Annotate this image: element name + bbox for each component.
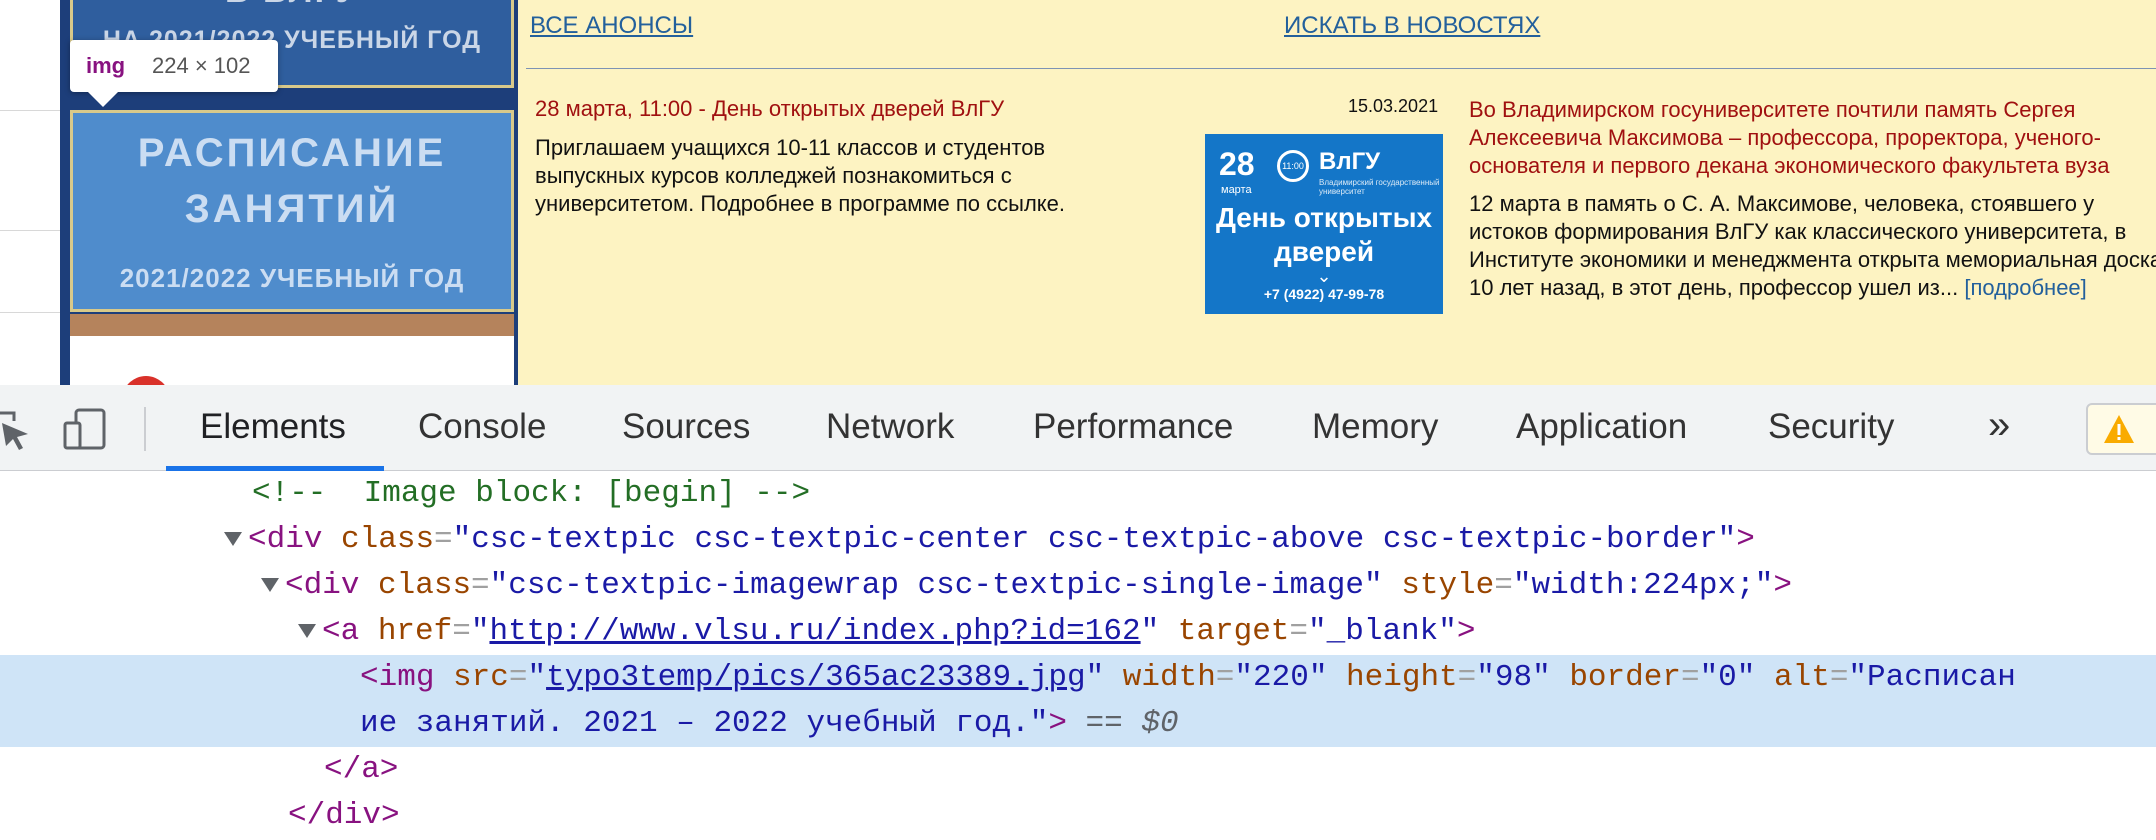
dom-line-div1[interactable]: <div class="csc-textpic csc-textpic-cent…: [0, 517, 2156, 563]
all-announcements-link[interactable]: ВСЕ АНОНСЫ: [530, 12, 693, 40]
dom-line-comment[interactable]: <!-- Image block: [begin] -->: [0, 471, 2156, 517]
schedule-banner-line1: РАСПИСАНИЕ: [137, 131, 447, 175]
tooltip-arrow: [88, 92, 118, 107]
tab-console[interactable]: Console: [418, 407, 546, 447]
img-tag: img: [378, 660, 435, 695]
warning-icon: [2104, 415, 2134, 443]
a-target-value: _blank: [1326, 614, 1439, 649]
devtools-panel: Elements Console Sources Network Perform…: [0, 385, 2156, 840]
close-a-tag: </a>: [324, 752, 399, 787]
tab-memory[interactable]: Memory: [1312, 407, 1438, 447]
dom-tree: <!-- Image block: [begin] --> <div class…: [0, 471, 2156, 840]
dom-comment: <!-- Image block: [begin] -->: [252, 476, 811, 511]
clock-icon: 11:00: [1277, 150, 1309, 182]
sidebar-separator: [70, 314, 514, 336]
tooltip-dimensions: 224 × 102: [152, 53, 251, 78]
banner-top-line1: В ВЛГУ: [73, 0, 511, 11]
tab-sources[interactable]: Sources: [622, 407, 750, 447]
img-src-link[interactable]: typo3temp/pics/365ac23389.jpg: [546, 660, 1086, 695]
news-image[interactable]: 28 марта 11:00 ВлГУ Владимирский государ…: [1205, 134, 1443, 314]
left-page-margin: [0, 0, 60, 385]
a-href-link[interactable]: http://www.vlsu.ru/index.php?id=162: [489, 614, 1140, 649]
schedule-banner-line3: 2021/2022 УЧЕБНЫЙ ГОД: [119, 263, 465, 293]
div2-class-value: csc-textpic-imagewrap csc-textpic-single…: [508, 568, 1365, 603]
event-title[interactable]: 28 марта, 11:00 - День открытых дверей В…: [535, 96, 1004, 122]
img-alt-value-part1: Расписан: [1867, 660, 2016, 695]
img-border-value: 0: [1718, 660, 1737, 695]
tab-application[interactable]: Application: [1516, 407, 1687, 447]
div1-tag: div: [266, 522, 323, 557]
news-text: 12 марта в память о С. А. Максимове, чел…: [1469, 190, 2156, 302]
event-text: Приглашаем учащихся 10-11 классов и студ…: [535, 135, 1065, 216]
content-divider: [526, 68, 2156, 69]
expand-caret-icon[interactable]: [298, 623, 316, 638]
schedule-banner[interactable]: РАСПИСАНИЕ ЗАНЯТИЙ 2021/2022 УЧЕБНЫЙ ГОД: [70, 110, 514, 312]
div1-class-value: csc-textpic csc-textpic-center csc-textp…: [471, 522, 1718, 557]
close-div-tag: </div>: [288, 798, 400, 833]
device-toolbar-icon[interactable]: [62, 407, 110, 451]
dom-line-div2[interactable]: <div class="csc-textpic-imagewrap csc-te…: [0, 563, 2156, 609]
news-image-day: 28: [1219, 146, 1255, 182]
div2-tag: div: [303, 568, 360, 603]
toolbar-separator: [144, 407, 146, 451]
selected-node-marker: == $0: [1085, 706, 1179, 741]
devtools-toolbar: Elements Console Sources Network Perform…: [0, 385, 2156, 471]
more-tabs-icon[interactable]: »: [1988, 403, 2010, 448]
tab-security[interactable]: Security: [1768, 407, 1894, 447]
dom-line-close-div[interactable]: </div>: [0, 793, 2156, 839]
inspect-tooltip: img 224 × 102: [70, 40, 278, 107]
news-image-title-line1: День открытых: [1215, 202, 1433, 233]
read-more-link[interactable]: [подробнее]: [1964, 275, 2086, 300]
news-image-logo-sub: Владимирский государственный университет: [1319, 178, 1440, 196]
webpage-viewport: В ВЛГУ НА 2021/2022 УЧЕБНЫЙ ГОД РАСПИСАН…: [0, 0, 2156, 385]
img-width-value: 220: [1253, 660, 1309, 695]
dom-line-anchor[interactable]: <a href="http://www.vlsu.ru/index.php?id…: [0, 609, 2156, 655]
chevron-down-icon: ⌄: [1316, 266, 1332, 286]
news-image-logo: ВлГУ: [1319, 148, 1381, 175]
tab-network[interactable]: Network: [826, 407, 954, 447]
search-news-link[interactable]: ИСКАТЬ В НОВОСТЯХ: [1284, 12, 1540, 40]
news-image-phone: +7 (4922) 47-99-78: [1263, 286, 1385, 302]
inspect-cursor-icon[interactable]: [0, 407, 32, 451]
tab-performance[interactable]: Performance: [1033, 407, 1233, 447]
tooltip-tag: img: [86, 53, 126, 78]
dom-line-img-selected[interactable]: <img src="typo3temp/pics/365ac23389.jpg"…: [0, 655, 2156, 747]
img-alt-value-part2: ие занятий. 2021 – 2022 учебный год.: [360, 706, 1030, 741]
issues-button[interactable]: [2086, 403, 2156, 455]
dom-line-close-a[interactable]: </a>: [0, 747, 2156, 793]
news-image-month: марта: [1221, 184, 1252, 196]
schedule-banner-line2: ЗАНЯТИЙ: [184, 187, 400, 231]
div2-style-value: width:224px;: [1531, 568, 1755, 603]
img-height-value: 98: [1494, 660, 1533, 695]
tab-elements[interactable]: Elements: [200, 407, 346, 447]
expand-caret-icon[interactable]: [261, 577, 279, 592]
a-tag: a: [340, 614, 360, 649]
news-title[interactable]: Во Владимирском госуниверситете почтили …: [1469, 96, 2156, 180]
expand-caret-icon[interactable]: [224, 531, 242, 546]
news-image-title-line2: дверей: [1273, 236, 1375, 267]
news-date: 15.03.2021: [1348, 96, 1439, 116]
